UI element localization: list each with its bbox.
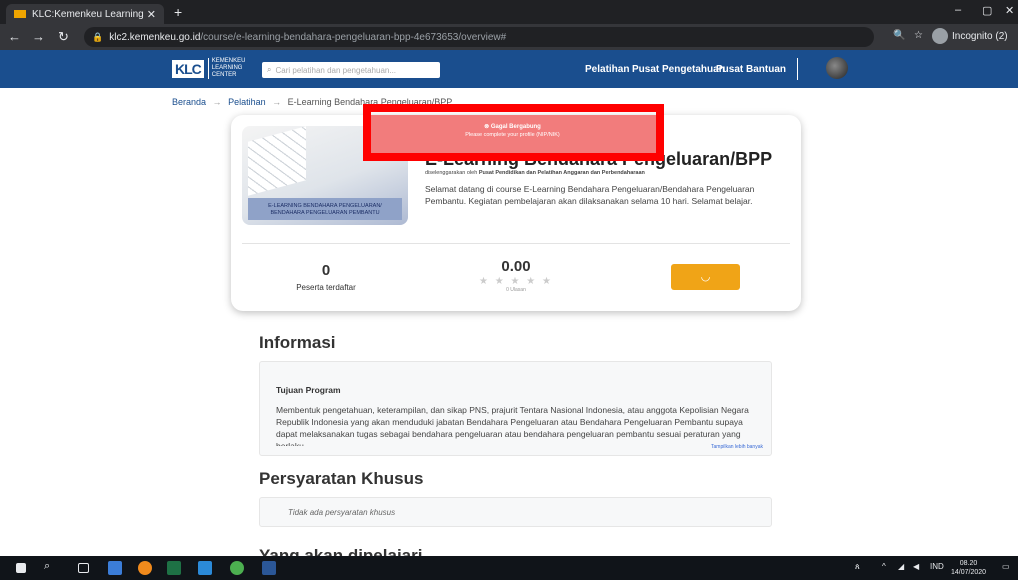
- red-highlight-box: [363, 104, 664, 161]
- system-clock[interactable]: 08.20 14/07/2020: [951, 559, 986, 577]
- browser-tab[interactable]: KLC:Kemenkeu Learning Center ✕: [6, 4, 164, 24]
- info-box: Tujuan Program Membentuk pengetahuan, ke…: [259, 361, 772, 456]
- tab-close-icon[interactable]: ✕: [147, 8, 156, 21]
- requirements-box: Tidak ada persyaratan khusus: [259, 497, 772, 527]
- chrome-icon[interactable]: [230, 561, 244, 575]
- nav-pelatihan[interactable]: Pelatihan: [585, 64, 629, 75]
- breadcrumb-pelatihan[interactable]: Pelatihan: [228, 97, 266, 107]
- course-description: Selamat datang di course E-Learning Bend…: [425, 184, 755, 206]
- zoom-icon[interactable]: 🔍: [893, 30, 905, 41]
- word-icon[interactable]: [262, 561, 276, 575]
- url-host: klc2.kemenkeu.go.id: [109, 31, 201, 43]
- windows-taskbar: ⌕ ጰ ^ ◢ ◀ IND 08.20 14/07/2020 ▭: [0, 556, 1018, 580]
- file-explorer-icon[interactable]: [198, 561, 212, 575]
- nav-pusat-pengetahuan[interactable]: Pusat Pengetahuan: [632, 64, 725, 75]
- nav-pusat-bantuan[interactable]: Pusat Bantuan: [716, 64, 786, 75]
- rating-stars-icon: ★ ★ ★ ★ ★: [479, 276, 553, 287]
- logo-words: KEMENKEU LEARNING CENTER: [207, 58, 245, 79]
- incognito-label: Incognito (2): [952, 30, 1008, 42]
- network-icon[interactable]: ◢: [898, 562, 904, 571]
- app-icon[interactable]: [108, 561, 122, 575]
- logo-mark: KLC: [172, 59, 204, 78]
- volume-icon[interactable]: ◀: [913, 562, 919, 571]
- program-goal-label: Tujuan Program: [276, 385, 341, 395]
- browser-toolbar: ← → ↻ 🔒 klc2.kemenkeu.go.id /course/e-le…: [0, 24, 1018, 50]
- reload-icon[interactable]: ↻: [58, 29, 69, 45]
- bookmark-star-icon[interactable]: ☆: [914, 30, 923, 41]
- firefox-icon[interactable]: [138, 561, 152, 575]
- breadcrumb-separator: →: [272, 97, 282, 107]
- url-path: /course/e-learning-bendahara-pengeluaran…: [200, 31, 507, 43]
- favicon-icon: [14, 10, 26, 18]
- site-header: KLC KEMENKEU LEARNING CENTER ⌕ Cari pela…: [0, 50, 1018, 88]
- header-divider: [797, 58, 798, 80]
- address-bar[interactable]: 🔒 klc2.kemenkeu.go.id /course/e-learning…: [84, 27, 874, 47]
- maximize-button[interactable]: ▢: [982, 4, 992, 17]
- klc-logo[interactable]: KLC KEMENKEU LEARNING CENTER: [172, 58, 245, 79]
- review-count: 0 Ulasan: [506, 287, 526, 293]
- info-heading: Informasi: [259, 333, 336, 352]
- requirements-heading: Persyaratan Khusus: [259, 469, 424, 488]
- rating-stat: 0.00 ★ ★ ★ ★ ★ 0 Ulasan: [471, 258, 561, 293]
- close-window-button[interactable]: ✕: [1005, 4, 1014, 17]
- language-indicator[interactable]: IND: [930, 562, 944, 571]
- course-organizer: diselenggarakan oleh Pusat Pendidikan da…: [425, 170, 645, 176]
- program-goal-text: Membentuk pengetahuan, keterampilan, dan…: [276, 405, 749, 446]
- user-avatar[interactable]: [826, 57, 848, 79]
- incognito-profile[interactable]: Incognito (2): [932, 28, 1008, 44]
- thumbnail-caption: E-LEARNING BENDAHARA PENGELUARAN/ BENDAH…: [248, 198, 402, 220]
- participants-stat: 0 Peserta terdaftar: [281, 262, 371, 292]
- back-arrow-icon[interactable]: ←: [8, 29, 21, 44]
- forward-arrow-icon[interactable]: →: [32, 29, 45, 44]
- card-divider: [242, 243, 790, 244]
- tray-arrow-icon[interactable]: ^: [882, 562, 886, 571]
- loading-spinner-icon: ◡: [700, 271, 711, 283]
- incognito-icon: [932, 28, 948, 44]
- search-icon: ⌕: [267, 65, 272, 74]
- search-icon[interactable]: ⌕: [44, 560, 50, 573]
- notification-icon[interactable]: ▭: [1002, 562, 1010, 571]
- join-course-button[interactable]: ◡: [671, 264, 740, 290]
- rating-value: 0.00: [501, 258, 531, 275]
- windows-start-icon[interactable]: [16, 563, 26, 573]
- participants-label: Peserta terdaftar: [296, 283, 356, 292]
- search-placeholder: Cari pelatihan dan pengetahuan...: [275, 65, 397, 75]
- tab-title: KLC:Kemenkeu Learning Center: [32, 8, 147, 20]
- site-search-input[interactable]: ⌕ Cari pelatihan dan pengetahuan...: [262, 62, 440, 78]
- participants-count: 0: [321, 262, 331, 279]
- show-more-link[interactable]: Tampilkan lebih banyak: [711, 444, 763, 450]
- new-tab-button[interactable]: +: [174, 4, 182, 20]
- minimize-button[interactable]: –: [955, 4, 961, 16]
- lock-icon: 🔒: [92, 31, 104, 42]
- browser-tabstrip: KLC:Kemenkeu Learning Center ✕ + – ▢ ✕: [0, 0, 1018, 24]
- people-icon[interactable]: ጰ: [855, 562, 860, 572]
- next-section-heading: Yang akan dipelajari: [259, 546, 423, 556]
- breadcrumb-home[interactable]: Beranda: [172, 97, 206, 107]
- breadcrumb-separator: →: [212, 97, 222, 107]
- keyboard-illustration: [248, 126, 306, 196]
- task-view-icon[interactable]: [78, 563, 89, 573]
- excel-icon[interactable]: [167, 561, 181, 575]
